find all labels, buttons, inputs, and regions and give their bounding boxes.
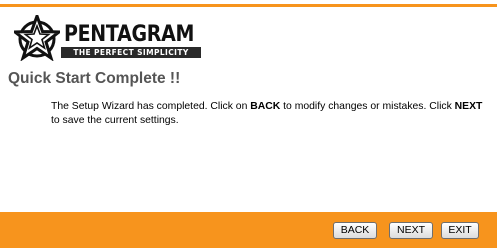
page-title: Quick Start Complete !! — [8, 70, 181, 87]
next-button[interactable]: NEXT — [389, 222, 433, 239]
message-next-keyword: NEXT — [454, 101, 483, 112]
back-button[interactable]: BACK — [333, 222, 377, 239]
brand-name: PENTAGRAM — [64, 21, 195, 47]
completion-message: The Setup Wizard has completed. Click on… — [51, 100, 491, 128]
header: PENTAGRAM THE PERFECT SIMPLICITY — [0, 7, 497, 65]
message-text: to save the current settings. — [51, 115, 179, 126]
message-text: The Setup Wizard has completed. Click on — [51, 101, 251, 112]
brand-logo: PENTAGRAM THE PERFECT SIMPLICITY — [14, 15, 214, 61]
star-in-circle-icon — [14, 15, 60, 61]
message-back-keyword: BACK — [250, 101, 281, 112]
exit-button[interactable]: EXIT — [441, 222, 479, 239]
brand-tagline: THE PERFECT SIMPLICITY — [61, 47, 201, 58]
message-text: to modify changes or mistakes. Click — [280, 101, 455, 112]
footer-bar: BACK NEXT EXIT — [0, 212, 497, 248]
